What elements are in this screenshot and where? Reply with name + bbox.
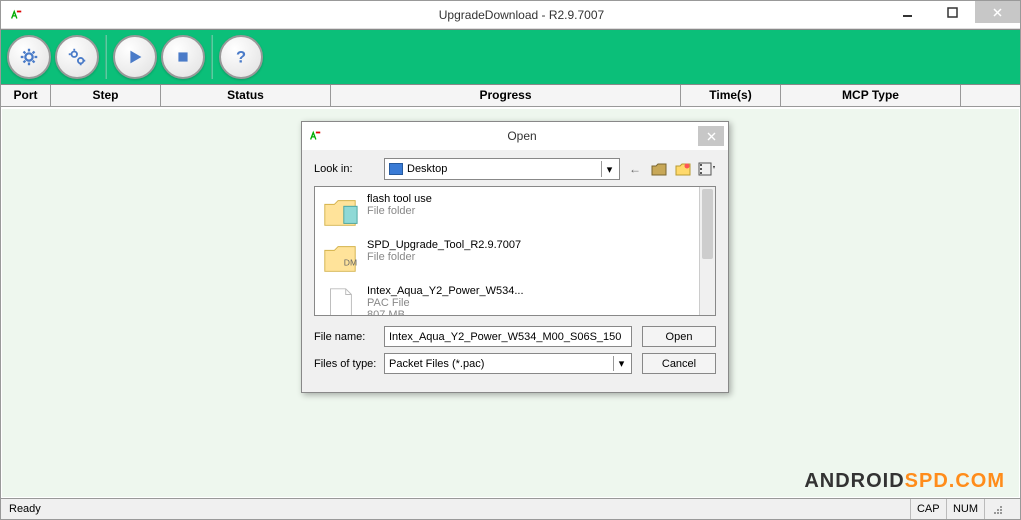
lookin-dropdown[interactable]: Desktop ▾ (384, 158, 620, 180)
help-button[interactable]: ? (219, 35, 263, 79)
status-cap: CAP (910, 499, 946, 519)
status-bar: Ready CAP NUM (1, 498, 1020, 519)
file-item-folder[interactable]: flash tool use File folder (319, 189, 711, 235)
status-ready: Ready (1, 503, 910, 515)
header-spacer (961, 85, 1020, 106)
resize-grip[interactable] (984, 499, 1020, 519)
file-name: flash tool use (367, 193, 432, 205)
open-file-dialog: Open Look in: Desktop ▾ ← (301, 121, 729, 393)
header-times[interactable]: Time(s) (681, 85, 781, 106)
file-type: PAC File (367, 297, 524, 309)
file-type: File folder (367, 205, 432, 217)
file-type: File folder (367, 251, 521, 263)
desktop-icon (389, 163, 403, 175)
window-minimize-button[interactable] (885, 1, 930, 23)
filetype-value: Packet Files (*.pac) (389, 358, 484, 370)
new-folder-button[interactable] (674, 160, 692, 178)
filename-input[interactable] (384, 326, 632, 347)
window-title: UpgradeDownload - R2.9.7007 (23, 8, 1020, 22)
cancel-button[interactable]: Cancel (642, 353, 716, 374)
dialog-close-button[interactable] (698, 126, 724, 146)
stop-icon (172, 46, 194, 68)
stop-button[interactable] (161, 35, 205, 79)
filename-label: File name: (314, 331, 384, 343)
column-headers: Port Step Status Progress Time(s) MCP Ty… (1, 85, 1020, 107)
header-status[interactable]: Status (161, 85, 331, 106)
folder-icon (321, 193, 359, 231)
file-list[interactable]: flash tool use File folder DM SPD_Upgrad… (314, 186, 716, 316)
open-button[interactable]: Open (642, 326, 716, 347)
back-button[interactable]: ← (626, 160, 644, 178)
lookin-label: Look in: (314, 163, 384, 175)
svg-text:DM: DM (344, 258, 357, 268)
file-item-pac[interactable]: Intex_Aqua_Y2_Power_W534... PAC File 807… (319, 281, 711, 316)
header-port[interactable]: Port (1, 85, 51, 106)
start-button[interactable] (113, 35, 157, 79)
svg-text:?: ? (236, 49, 246, 67)
toolbar-separator (211, 35, 213, 79)
main-toolbar: ? (1, 29, 1020, 85)
app-icon (9, 8, 23, 22)
up-folder-button[interactable] (650, 160, 668, 178)
double-gear-icon (66, 46, 88, 68)
file-name: SPD_Upgrade_Tool_R2.9.7007 (367, 239, 521, 251)
dialog-icon (308, 129, 322, 143)
folder-icon: DM (321, 239, 359, 277)
chevron-down-icon: ▾ (613, 356, 629, 371)
help-icon: ? (230, 46, 252, 68)
watermark-suffix: SPD.COM (905, 470, 1005, 492)
dialog-title: Open (322, 129, 722, 143)
header-step[interactable]: Step (51, 85, 161, 106)
filetype-label: Files of type: (314, 358, 384, 370)
window-maximize-button[interactable] (930, 1, 975, 23)
play-icon (124, 46, 146, 68)
header-mcp[interactable]: MCP Type (781, 85, 961, 106)
lookin-value: Desktop (407, 163, 447, 175)
watermark-prefix: ANDROID (804, 470, 904, 492)
file-item-folder[interactable]: DM SPD_Upgrade_Tool_R2.9.7007 File folde… (319, 235, 711, 281)
settings-button[interactable] (7, 35, 51, 79)
file-list-scrollbar[interactable] (699, 187, 715, 315)
watermark: ANDROIDSPD.COM (804, 470, 1005, 493)
dialog-titlebar: Open (302, 122, 728, 150)
file-icon (321, 285, 359, 316)
filetype-dropdown[interactable]: Packet Files (*.pac) ▾ (384, 353, 632, 374)
scrollbar-thumb[interactable] (702, 189, 713, 259)
status-num: NUM (946, 499, 984, 519)
window-close-button[interactable] (975, 1, 1020, 23)
multi-settings-button[interactable] (55, 35, 99, 79)
window-titlebar: UpgradeDownload - R2.9.7007 (1, 1, 1020, 29)
file-name: Intex_Aqua_Y2_Power_W534... (367, 285, 524, 297)
header-progress[interactable]: Progress (331, 85, 681, 106)
file-size: 807 MB (367, 309, 524, 316)
view-menu-button[interactable] (698, 160, 716, 178)
gear-icon (18, 46, 40, 68)
toolbar-separator (105, 35, 107, 79)
chevron-down-icon: ▾ (601, 161, 617, 177)
